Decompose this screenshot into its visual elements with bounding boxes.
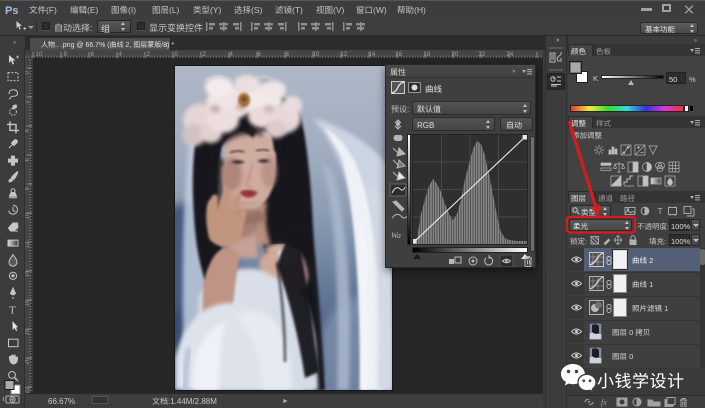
svg-text:18: 18 [424, 52, 431, 58]
svg-text:10: 10 [313, 52, 320, 58]
svg-text:4: 4 [119, 52, 123, 58]
svg-text:24: 24 [507, 52, 514, 58]
svg-text:8: 8 [64, 52, 68, 58]
svg-text:14: 14 [25, 270, 31, 277]
svg-text:10: 10 [25, 212, 31, 219]
svg-text:T: T [658, 206, 663, 216]
svg-text:fx: fx [601, 398, 607, 407]
svg-text:2: 2 [203, 52, 207, 58]
svg-text:10: 10 [36, 52, 43, 58]
svg-text:0: 0 [175, 52, 179, 58]
svg-text:2: 2 [25, 100, 31, 104]
svg-text:20: 20 [25, 357, 31, 364]
svg-text:16: 16 [25, 299, 31, 306]
svg-text:22: 22 [479, 52, 486, 58]
svg-text:8: 8 [25, 187, 31, 191]
svg-text:6: 6 [91, 52, 95, 58]
svg-text:12: 12 [341, 52, 348, 58]
svg-text:Wa: Wa [391, 231, 401, 240]
svg-text:4: 4 [25, 129, 31, 133]
svg-text:18: 18 [25, 328, 31, 335]
svg-text:22: 22 [25, 386, 31, 393]
svg-text:16: 16 [396, 52, 403, 58]
svg-text:20: 20 [452, 52, 459, 58]
svg-text:T: T [9, 305, 16, 317]
svg-text:2: 2 [147, 52, 151, 58]
svg-text:12: 12 [25, 241, 31, 248]
svg-text:14: 14 [369, 52, 376, 58]
